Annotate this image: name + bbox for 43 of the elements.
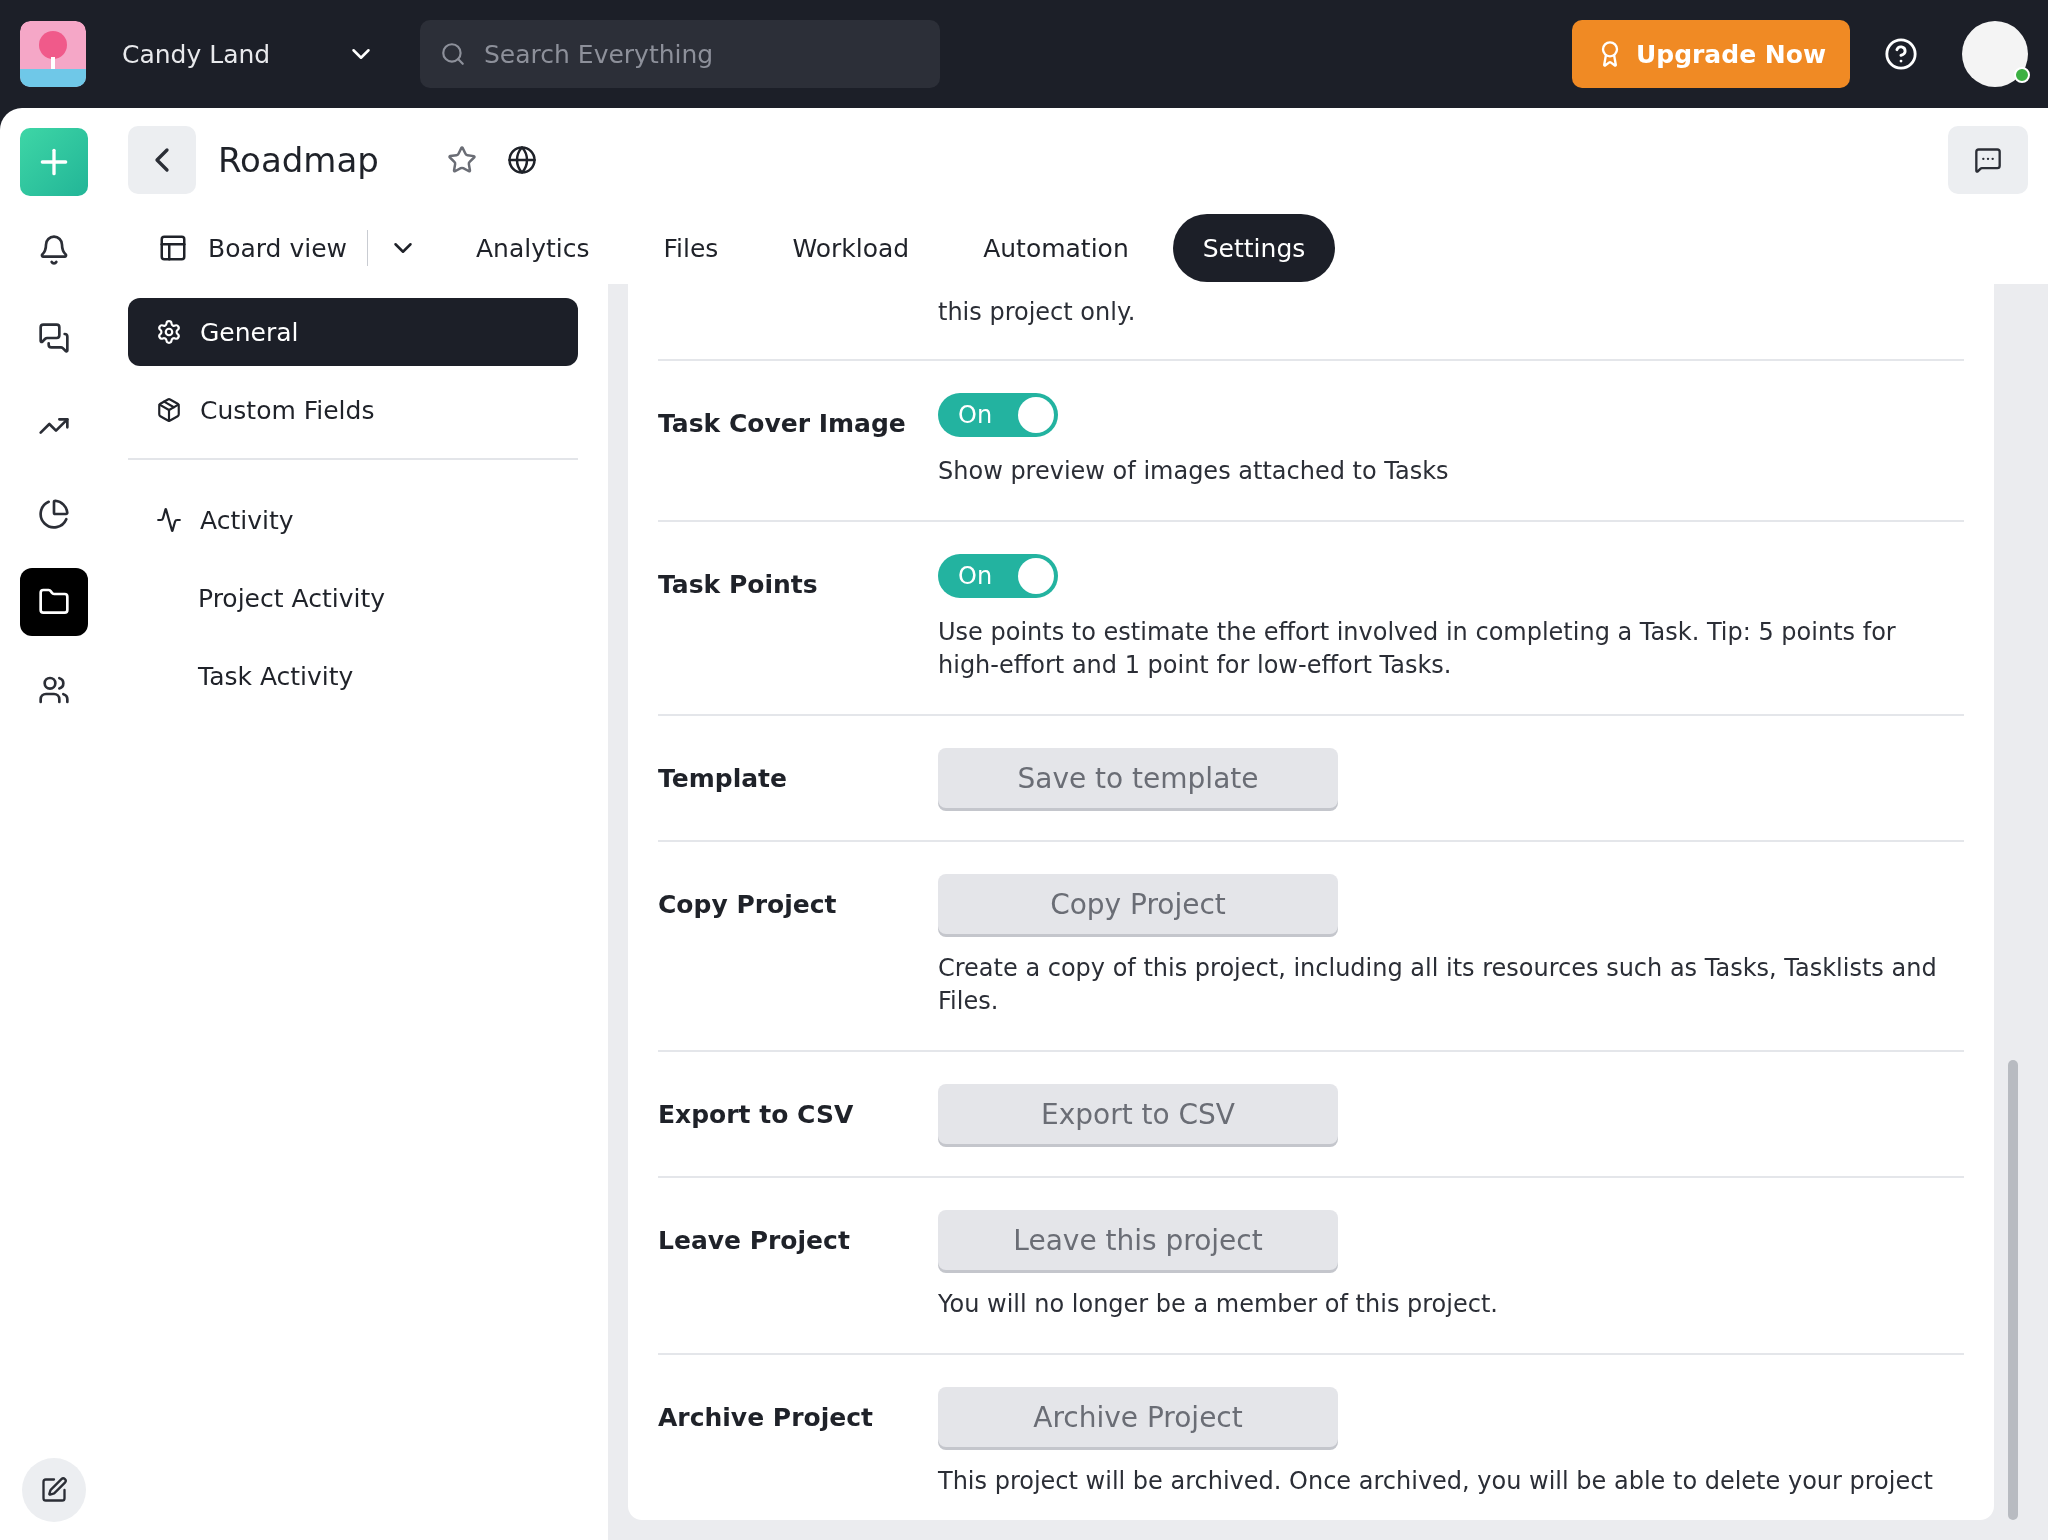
nav-tab[interactable]: Workload (762, 214, 940, 282)
nav-section-heading: Activity (200, 505, 294, 535)
nav-tab[interactable]: Files (633, 214, 749, 282)
setting-description: This project will be archived. Once archived, you will be able to delete your project (938, 1466, 1934, 1497)
setting-label: Task Cover Image (658, 409, 907, 438)
search-field[interactable]: Search Everything (420, 20, 940, 88)
setting-label: Archive Project (658, 1403, 874, 1432)
back-button[interactable] (128, 126, 196, 194)
workspace-logo[interactable] (20, 21, 86, 87)
project-title: Roadmap (218, 140, 379, 180)
action-button[interactable]: Leave this project (938, 1210, 1338, 1270)
gear-icon (156, 319, 182, 345)
setting-label: Export to CSV (658, 1100, 855, 1129)
board-icon (158, 233, 188, 263)
nav-tab[interactable]: Settings (1172, 214, 1336, 282)
settings-nav-item[interactable]: Custom Fields (128, 376, 578, 444)
action-button[interactable]: Export to CSV (938, 1084, 1338, 1144)
setting-label: Task Points (658, 570, 819, 599)
chat-icon (1974, 146, 2002, 174)
setting-description: You will no longer be a member of this project. (938, 1289, 1499, 1320)
workspace-name: Candy Land (122, 39, 272, 69)
setting-label: Leave Project (658, 1226, 851, 1255)
activity-icon (156, 507, 182, 533)
search-icon (440, 41, 466, 67)
nav-tab[interactable]: Automation (953, 214, 1159, 282)
action-button[interactable]: Archive Project (938, 1387, 1338, 1447)
chat-button[interactable] (1948, 126, 2028, 194)
box-icon (156, 397, 182, 423)
settings-nav-item[interactable]: Project Activity (128, 564, 578, 632)
folder-icon[interactable] (20, 568, 88, 636)
setting-description: this project only. (938, 297, 1137, 328)
setting-description: Use points to estimate the effort involved in completing a Task. Tip: 5 points for high-effort and 1 point for low-effort Tasks. (938, 617, 1897, 681)
setting-description: Create a copy of this project, including all its resources such as Tasks, Tasklists and Files. (938, 953, 1938, 1017)
board-view-tab[interactable]: Board view (128, 214, 432, 282)
action-button[interactable]: Copy Project (938, 874, 1338, 934)
scrollbar-thumb[interactable] (2008, 1060, 2018, 1520)
settings-nav-item[interactable]: Task Activity (128, 642, 578, 710)
settings-nav-item[interactable]: General (128, 298, 578, 366)
setting-label: Copy Project (658, 890, 838, 919)
setting-label: Template (658, 764, 788, 793)
setting-description: Show preview of images attached to Tasks (938, 456, 1450, 487)
nav-tab[interactable]: Analytics (446, 214, 620, 282)
action-button[interactable]: Save to template (938, 748, 1338, 808)
